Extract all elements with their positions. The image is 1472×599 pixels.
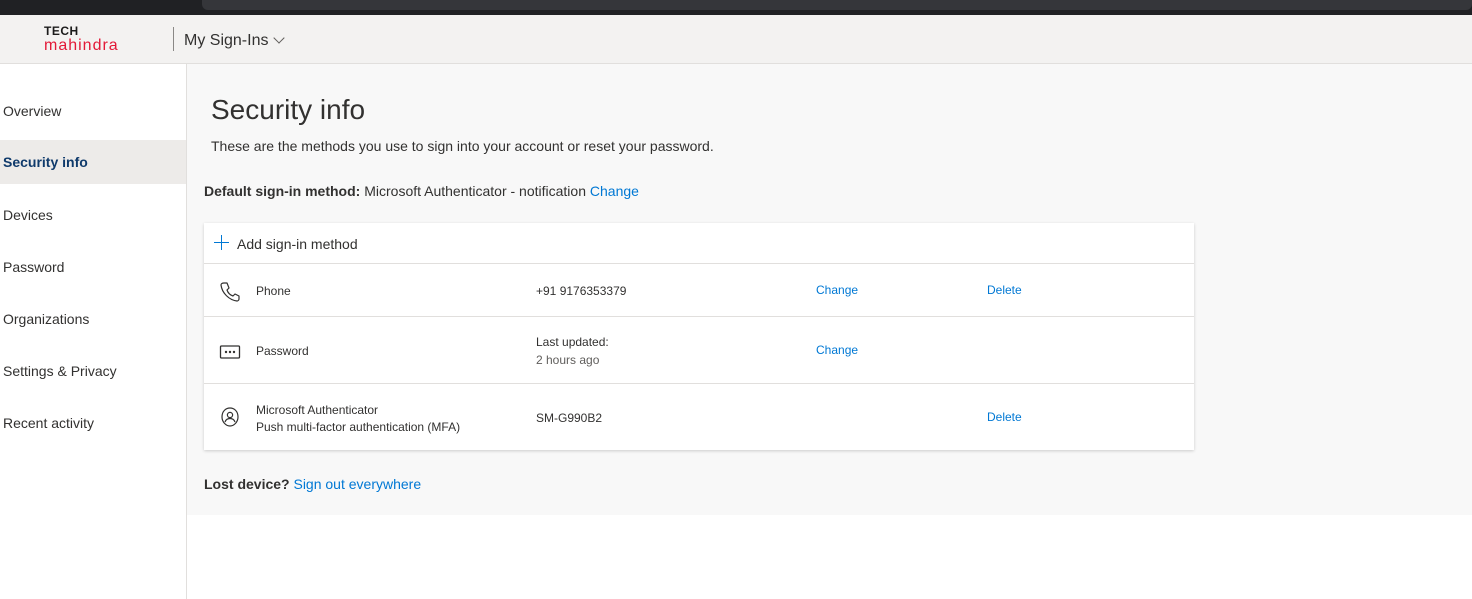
last-updated-label: Last updated: [536, 335, 609, 349]
logo-text-bottom: mahindra [44, 37, 119, 54]
sidebar-item-organizations[interactable]: Organizations [0, 297, 186, 341]
add-method-label: Add sign-in method [237, 236, 358, 252]
method-detail: Last updated: 2 hours ago [536, 335, 609, 367]
sidebar-item-security-info[interactable]: Security info [0, 140, 186, 184]
lost-device-line: Lost device? Sign out everywhere [204, 476, 421, 492]
method-name: Phone [256, 284, 291, 298]
company-logo[interactable]: TECH mahindra [44, 25, 119, 54]
default-method-label: Default sign-in method: [204, 183, 361, 199]
method-row-authenticator: Microsoft Authenticator Push multi-facto… [204, 384, 1194, 450]
methods-card: Add sign-in method Phone +91 9176353379 … [204, 223, 1194, 450]
method-detail: +91 9176353379 [536, 284, 627, 298]
authenticator-icon [221, 407, 239, 427]
header-divider [173, 27, 174, 51]
chevron-down-icon [273, 32, 286, 44]
browser-chrome [0, 0, 1472, 15]
app-switcher[interactable]: My Sign-Ins [184, 32, 286, 50]
app-launcher-icon[interactable] [0, 32, 3, 46]
main-content: Security info These are the methods you … [187, 64, 1472, 515]
method-detail: SM-G990B2 [536, 411, 603, 425]
phone-icon [220, 282, 240, 302]
method-subtitle: Push multi-factor authentication (MFA) [256, 420, 461, 434]
password-icon [219, 345, 241, 359]
delete-authenticator-link[interactable]: Delete [987, 410, 1022, 424]
default-method-change-link[interactable]: Change [590, 183, 639, 199]
method-name: Password [256, 344, 309, 358]
lost-device-label: Lost device? [204, 476, 290, 492]
logo-text-top: TECH [44, 24, 79, 38]
sidebar-item-recent-activity[interactable]: Recent activity [0, 401, 186, 445]
app-title: My Sign-Ins [184, 32, 269, 49]
plus-icon [214, 235, 229, 250]
change-password-link[interactable]: Change [816, 343, 858, 357]
delete-phone-link[interactable]: Delete [987, 283, 1022, 297]
sign-out-everywhere-link[interactable]: Sign out everywhere [293, 476, 421, 492]
method-row-password: Password Last updated: 2 hours ago Chang… [204, 317, 1194, 384]
sidebar-item-overview[interactable]: Overview [0, 89, 186, 133]
address-bar[interactable] [202, 0, 1472, 10]
sidebar: Overview Security info Devices Password … [0, 64, 187, 599]
last-updated-value: 2 hours ago [536, 353, 600, 367]
method-name: Microsoft Authenticator [256, 403, 379, 417]
method-row-phone: Phone +91 9176353379 Change Delete [204, 264, 1194, 317]
page-description: These are the methods you use to sign in… [211, 138, 714, 154]
add-method-button[interactable]: Add sign-in method [204, 223, 1194, 264]
change-phone-link[interactable]: Change [816, 283, 858, 297]
top-header: TECH mahindra My Sign-Ins [0, 15, 1472, 64]
method-name-block: Microsoft Authenticator Push multi-facto… [256, 402, 460, 436]
default-method-value: Microsoft Authenticator - notification [364, 183, 586, 199]
default-method-line: Default sign-in method: Microsoft Authen… [204, 183, 639, 199]
page-title: Security info [211, 94, 366, 125]
sidebar-item-devices[interactable]: Devices [0, 193, 186, 237]
sidebar-item-password[interactable]: Password [0, 245, 186, 289]
sidebar-item-settings-privacy[interactable]: Settings & Privacy [0, 349, 186, 393]
